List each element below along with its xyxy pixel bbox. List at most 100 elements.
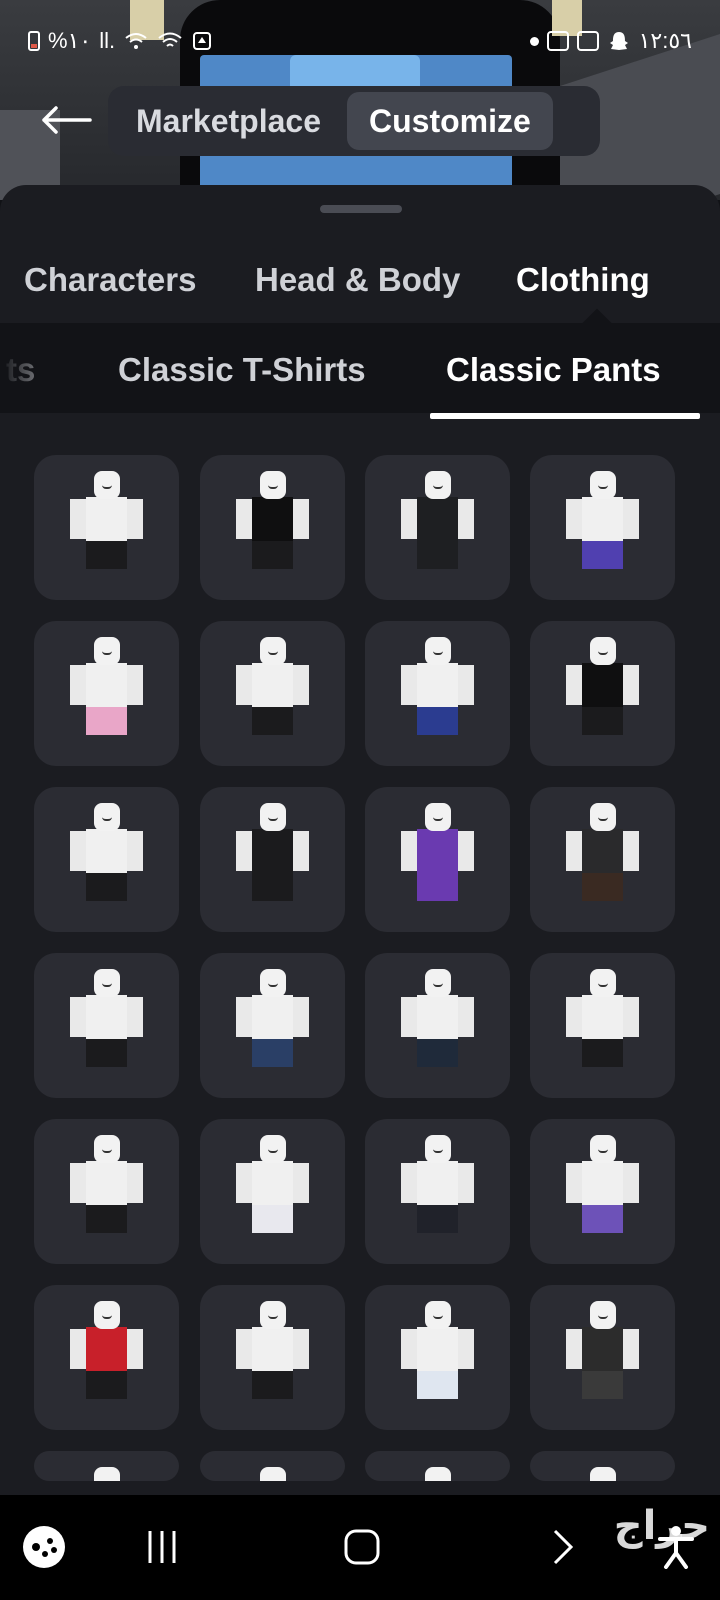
home-button[interactable] [332,1517,392,1577]
tab-customize[interactable]: Customize [346,92,553,150]
alert-icon [546,31,569,51]
avatar-pants [252,707,293,735]
tab-marketplace[interactable]: Marketplace [114,92,343,150]
game-launcher-button[interactable] [14,1517,74,1577]
subcategory-classic-pants[interactable]: Classic Pants [446,351,661,389]
avatar-thumbnail [365,787,510,932]
chevron-right-icon [553,1529,574,1565]
avatar-thumbnail [365,953,510,1098]
pants-item-tile[interactable] [365,953,510,1098]
avatar-torso [252,829,293,873]
pants-item-tile[interactable] [34,1285,179,1430]
avatar-thumbnail [34,1119,179,1264]
pants-item-tile[interactable] [200,953,345,1098]
avatar-head [425,1467,451,1481]
avatar-torso [417,497,458,541]
category-clothing[interactable]: Clothing [516,261,650,299]
avatar-pants [86,541,127,569]
avatar-thumbnail [200,1119,345,1264]
avatar-pants [417,1205,458,1233]
battery-percent: %١٠ [48,28,92,53]
avatar-torso [582,995,623,1039]
pants-item-tile[interactable] [530,787,675,932]
avatar-thumbnail [530,621,675,766]
pants-item-tile[interactable] [365,787,510,932]
subcategory-fade [0,323,60,413]
avatar-thumbnail [530,953,675,1098]
pants-item-tile[interactable] [34,787,179,932]
avatar-thumbnail [200,787,345,932]
wifi-call-icon [125,33,147,49]
pants-item-tile[interactable] [365,1119,510,1264]
pants-item-tile[interactable] [530,621,675,766]
pants-item-tile[interactable] [530,455,675,600]
pants-item-tile[interactable] [200,455,345,600]
pants-item-tile[interactable] [200,787,345,932]
avatar-pants [582,873,623,901]
status-bar-left: %١٠ ll. [28,28,213,54]
pants-item-tile[interactable] [530,1119,675,1264]
avatar-pants [252,1371,293,1399]
avatar-torso [86,663,127,707]
category-tabs: Characters Head & Body Clothing [0,243,720,323]
pants-item-tile[interactable] [365,621,510,766]
avatar-pants [252,1205,293,1233]
avatar-pants [582,541,623,569]
avatar-torso [252,497,293,541]
pants-item-tile[interactable] [200,621,345,766]
pants-item-tile[interactable] [530,1285,675,1430]
avatar-pants [86,873,127,901]
pants-item-tile[interactable] [34,1119,179,1264]
avatar-pants [252,1039,293,1067]
pants-item-tile[interactable] [34,455,179,600]
avatar-pants [582,707,623,735]
category-head-body[interactable]: Head & Body [255,261,460,299]
pants-item-tile[interactable] [200,1285,345,1430]
recents-button[interactable] [132,1517,192,1577]
avatar-thumbnail [530,1285,675,1430]
avatar-thumbnail [200,455,345,600]
avatar-pants [86,1205,127,1233]
sheet-drag-handle[interactable] [320,205,402,213]
avatar-torso [582,829,623,873]
status-bar-right: ١٢:٥٦ [529,28,692,54]
pants-item-tile[interactable] [530,1451,675,1481]
avatar-thumbnail [200,1285,345,1430]
back-nav-button[interactable] [532,1517,592,1577]
avatar-head [94,1467,120,1481]
pants-item-tile[interactable] [365,1451,510,1481]
pants-item-tile[interactable] [34,1451,179,1481]
subcategory-classic-tshirts[interactable]: Classic T-Shirts [118,351,366,389]
avatar-pants [86,1371,127,1399]
avatar-thumbnail [34,1285,179,1430]
avatar-pants [582,1039,623,1067]
avatar-torso [417,1161,458,1205]
avatar-thumbnail [365,621,510,766]
gamepad-icon [23,1526,65,1568]
avatar-thumbnail [530,1119,675,1264]
avatar-torso [86,1161,127,1205]
pants-item-tile[interactable] [200,1119,345,1264]
pants-item-tile[interactable] [365,1285,510,1430]
avatar-thumbnail [34,787,179,932]
avatar-pants [582,1371,623,1399]
subcategory-tabs: ts Classic T-Shirts Classic Pants [0,323,720,413]
avatar-pants [252,541,293,569]
signal-icon: ll. [99,28,116,53]
pants-item-tile[interactable] [34,953,179,1098]
arrow-left-icon [42,106,92,134]
avatar-torso [252,1327,293,1371]
avatar-thumbnail [200,621,345,766]
avatar-torso [417,995,458,1039]
avatar-pants [417,541,458,569]
pants-item-tile[interactable] [200,1451,345,1481]
avatar-torso [86,829,127,873]
pants-item-tile[interactable] [34,621,179,766]
pants-item-tile[interactable] [365,455,510,600]
category-characters[interactable]: Characters [24,261,196,299]
avatar-torso [252,995,293,1039]
back-button[interactable] [38,98,94,142]
avatar-torso [252,1161,293,1205]
haraj-watermark: حراج [613,1503,710,1549]
pants-item-tile[interactable] [530,953,675,1098]
